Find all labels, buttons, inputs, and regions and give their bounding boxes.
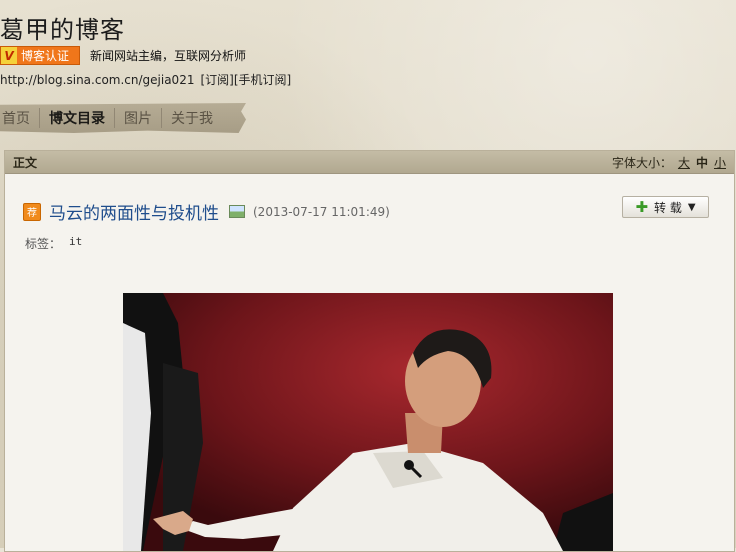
panel-header: 正文 字体大小： 大 中 小 bbox=[5, 151, 734, 174]
tags-label: 标签： bbox=[25, 237, 62, 251]
nav-item-photos[interactable]: 图片 bbox=[115, 108, 162, 128]
article-photo bbox=[123, 293, 613, 551]
font-size-label: 字体大小： bbox=[611, 155, 672, 170]
repost-button[interactable]: ✚ 转 载 ▼ bbox=[622, 196, 709, 218]
nav-item-posts[interactable]: 博文目录 bbox=[40, 108, 115, 128]
blog-url[interactable]: http://blog.sina.com.cn/gejia021 bbox=[0, 73, 194, 87]
nav-item-about[interactable]: 关于我 bbox=[162, 108, 222, 128]
main-nav: 首页 博文目录 图片 关于我 bbox=[0, 108, 222, 128]
triangle-down-icon: ▼ bbox=[687, 201, 696, 213]
font-size-medium[interactable]: 中 bbox=[696, 154, 708, 171]
author-description: 新闻网站主编，互联网分析师 bbox=[90, 49, 247, 63]
image-icon bbox=[229, 205, 245, 218]
mobile-subscribe-link[interactable]: [手机订阅] bbox=[234, 73, 291, 87]
blog-url-line: http://blog.sina.com.cn/gejia021 [订阅][手机… bbox=[0, 71, 291, 88]
section-title: 正文 bbox=[13, 155, 38, 170]
tags-row: 标签： it bbox=[25, 235, 82, 252]
nav-item-home[interactable]: 首页 bbox=[0, 108, 40, 128]
plus-icon: ✚ bbox=[635, 197, 649, 216]
v-verified-icon: V bbox=[1, 47, 17, 64]
article-panel: 正文 字体大小： 大 中 小 荐 马云的两面性与投机性 (2013-07-17 … bbox=[4, 150, 735, 552]
blog-title[interactable]: 葛甲的博客 bbox=[0, 10, 125, 45]
post-title-row: 荐 马云的两面性与投机性 (2013-07-17 11:01:49) bbox=[23, 199, 390, 224]
article-photo-graphic bbox=[123, 293, 613, 551]
post-date: (2013-07-17 11:01:49) bbox=[253, 204, 390, 219]
repost-label: 转 载 bbox=[654, 200, 682, 215]
badge-label: 博客认证 bbox=[21, 49, 70, 63]
post-title[interactable]: 马云的两面性与投机性 bbox=[49, 199, 219, 224]
font-size-control: 字体大小： 大 中 小 bbox=[612, 154, 726, 171]
verified-badge[interactable]: V 博客认证 bbox=[0, 46, 80, 65]
font-size-small[interactable]: 小 bbox=[714, 154, 726, 171]
recommend-icon: 荐 bbox=[23, 202, 41, 221]
subscribe-link[interactable]: [订阅] bbox=[200, 73, 233, 87]
tag-link[interactable]: it bbox=[69, 235, 82, 252]
font-size-large[interactable]: 大 bbox=[678, 154, 690, 171]
